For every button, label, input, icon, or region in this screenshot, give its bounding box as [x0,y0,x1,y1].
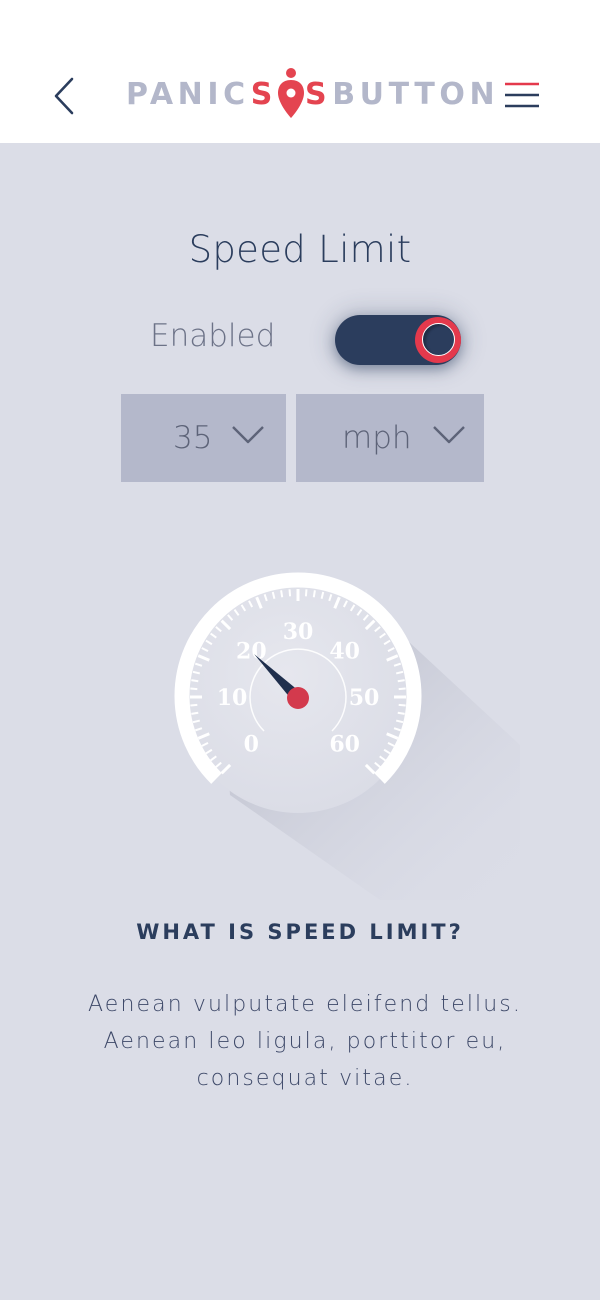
logo-sos: S S [251,66,331,124]
logo-text-s2: S [304,77,332,112]
gauge-tick [280,590,284,598]
enabled-toggle[interactable] [335,315,461,365]
location-pin-icon [277,68,304,118]
gauge-tick [312,590,316,598]
gauge-tick [397,711,405,715]
menu-button[interactable] [498,74,546,118]
gauge-label-40: 40 [329,638,360,664]
logo-text-button: BUTTON [332,77,500,112]
gauge-tick [191,679,199,683]
gauge-hub [287,687,309,709]
gauge-tick [190,703,198,707]
gauge-label-10: 10 [217,685,248,711]
toggle-knob [415,317,461,363]
hamburger-menu-icon [505,82,539,108]
gauge-label-0: 0 [244,732,259,758]
gauge-label-20: 20 [236,638,267,664]
speedometer-gauge: 0 10 20 30 40 50 60 [174,572,520,900]
gauge-tick [190,687,198,691]
info-body: Aenean vulputate eleifend tellus. Aenean… [88,992,522,1091]
unit-select-value: mph [342,420,412,456]
info-heading: WHAT IS SPEED LIMIT? [136,920,464,944]
gauge-label-60: 60 [329,732,360,758]
speed-select-value: 35 [173,420,213,456]
speed-select[interactable]: 35 [121,394,286,482]
logo-text-panic: PANIC [126,77,250,112]
page-title: Speed Limit [188,228,412,271]
gauge-tick [398,703,406,707]
gauge-label-30: 30 [283,619,314,645]
gauge-tick [398,687,406,691]
gauge-tick [288,589,292,597]
chevron-down-icon [232,426,264,444]
app-logo: PANIC S S BUTTON [126,66,495,124]
logo-text-s1: S [250,77,277,112]
gauge-tick [397,679,405,683]
app-header: PANIC S S BUTTON [0,0,600,143]
gauge-tick [191,711,199,715]
gauge-tick [304,589,308,597]
chevron-left-icon [54,77,74,115]
enabled-label: Enabled [150,318,276,354]
chevron-down-icon [433,426,465,444]
gauge-label-50: 50 [349,685,380,711]
back-button[interactable] [44,72,84,120]
unit-select[interactable]: mph [296,394,484,482]
